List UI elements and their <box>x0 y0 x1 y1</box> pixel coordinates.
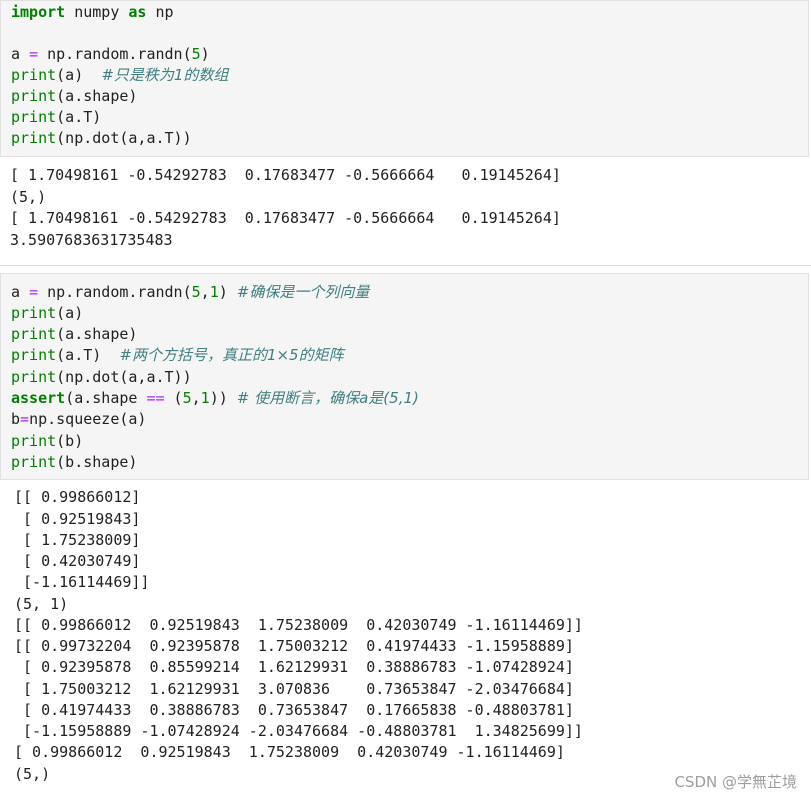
output-line: [ 0.41974433 0.38886783 0.73653847 0.176… <box>14 701 574 719</box>
output-line: [ 0.92519843] <box>14 510 141 528</box>
code-text: (a) <box>56 304 84 322</box>
code-line: assert(a.shape == (5,1)) # 使用断言，确保a是(5,1… <box>11 388 419 409</box>
code-text: (np.dot(a,a.T)) <box>56 368 192 386</box>
operator: = <box>29 45 39 63</box>
output-line: (5,) <box>14 765 51 783</box>
code-text: b <box>11 410 21 428</box>
output-line: [[ 0.99866012] <box>14 488 141 506</box>
code-line: print(b) <box>11 431 83 452</box>
code-text: (a) <box>56 66 102 84</box>
comment: # 使用断言，确保a是(5,1) <box>236 389 419 407</box>
code-line: import numpy as np <box>11 2 174 23</box>
code-line: print(a.T) #两个方括号，真正的1×5的矩阵 <box>11 345 344 366</box>
output-line: 3.5907683631735483 <box>10 231 173 249</box>
code-text: (b) <box>56 432 84 450</box>
code-line: print(a) #只是秩为1的数组 <box>11 65 228 86</box>
output-line: [ 0.99866012 0.92519843 1.75238009 0.420… <box>14 743 565 761</box>
code-line: b=np.squeeze(a) <box>11 409 146 430</box>
output-line: [[ 0.99866012 0.92519843 1.75238009 0.42… <box>14 616 583 634</box>
code-text: np.squeeze(a) <box>29 410 147 428</box>
builtin: print <box>11 66 57 84</box>
output-line: [[ 0.99732204 0.92395878 1.75003212 0.41… <box>14 637 574 655</box>
watermark: CSDN @学無芷境 <box>674 773 797 791</box>
number: 5 <box>182 389 192 407</box>
code-cell-2[interactable]: a = np.random.randn(5,1) #确保是一个列向量 print… <box>0 273 809 480</box>
output-line: (5, 1) <box>14 595 69 613</box>
output-line: [ 1.70498161 -0.54292783 0.17683477 -0.5… <box>10 166 561 184</box>
operator: == <box>146 389 165 407</box>
number: 5 <box>191 283 201 301</box>
builtin: print <box>11 432 57 450</box>
code-text: np <box>146 3 174 21</box>
code-text: )) <box>209 389 237 407</box>
builtin: print <box>11 346 57 364</box>
code-text: numpy <box>65 3 129 21</box>
code-line: a = np.random.randn(5,1) #确保是一个列向量 <box>11 282 369 303</box>
output-line: [ 0.42030749] <box>14 552 141 570</box>
builtin: print <box>11 325 57 343</box>
code-text: (a.T) <box>56 108 102 126</box>
output-cell-1: [ 1.70498161 -0.54292783 0.17683477 -0.5… <box>0 160 809 265</box>
builtin: print <box>11 368 57 386</box>
code-line: print(a.T) <box>11 107 101 128</box>
number: 5 <box>191 45 201 63</box>
code-text: (b.shape) <box>56 453 138 471</box>
code-line: print(a) <box>11 303 83 324</box>
builtin: print <box>11 453 57 471</box>
output-line: [-1.16114469]] <box>14 573 150 591</box>
builtin: print <box>11 304 57 322</box>
builtin: print <box>11 129 57 147</box>
operator: = <box>29 283 39 301</box>
code-text: ) <box>218 283 237 301</box>
code-text: np.random.randn( <box>38 45 192 63</box>
operator: = <box>20 410 30 428</box>
output-cell-2: [[ 0.99866012] [ 0.92519843] [ 1.7523800… <box>0 484 809 800</box>
code-text: ) <box>200 45 210 63</box>
code-text: (np.dot(a,a.T)) <box>56 129 192 147</box>
code-line: print(np.dot(a,a.T)) <box>11 367 192 388</box>
code-text: a <box>11 283 30 301</box>
output-line: (5,) <box>10 188 47 206</box>
number: 1 <box>200 389 210 407</box>
comment: #两个方括号，真正的1×5的矩阵 <box>119 346 344 364</box>
code-text: (a.shape <box>65 389 147 407</box>
comment: #只是秩为1的数组 <box>101 66 229 84</box>
keyword: as <box>128 3 147 21</box>
output-line: [ 1.75238009] <box>14 531 141 549</box>
code-line: print(a.shape) <box>11 324 137 345</box>
number: 1 <box>209 283 219 301</box>
code-text: (a.shape) <box>56 325 138 343</box>
output-line: [ 0.92395878 0.85599214 1.62129931 0.388… <box>14 658 574 676</box>
code-text: (a.shape) <box>56 87 138 105</box>
code-text: np.random.randn( <box>38 283 192 301</box>
keyword: assert <box>11 389 66 407</box>
code-line: print(b.shape) <box>11 452 137 473</box>
code-line: print(np.dot(a,a.T)) <box>11 128 192 149</box>
code-text: (a.T) <box>56 346 120 364</box>
code-line: a = np.random.randn(5) <box>11 44 210 65</box>
code-text: , <box>200 283 210 301</box>
builtin: print <box>11 108 57 126</box>
cell-separator <box>0 265 811 266</box>
code-line: print(a.shape) <box>11 86 137 107</box>
code-text: ( <box>164 389 183 407</box>
code-cell-1[interactable]: import numpy as np a = np.random.randn(5… <box>0 0 809 157</box>
comment: #确保是一个列向量 <box>236 283 370 301</box>
output-line: [-1.15958889 -1.07428924 -2.03476684 -0.… <box>14 722 583 740</box>
output-line: [ 1.75003212 1.62129931 3.070836 0.73653… <box>14 680 574 698</box>
output-line: [ 1.70498161 -0.54292783 0.17683477 -0.5… <box>10 209 561 227</box>
keyword: import <box>11 3 66 21</box>
builtin: print <box>11 87 57 105</box>
code-text: , <box>191 389 201 407</box>
code-text: a <box>11 45 30 63</box>
